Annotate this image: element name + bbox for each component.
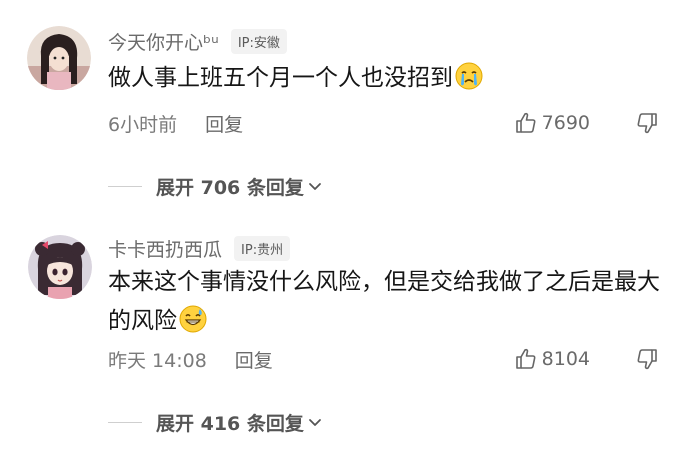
username[interactable]: 今天你开心ᵇᵘ xyxy=(108,28,219,55)
comment-header: 卡卡西扔西瓜 IP:贵州 xyxy=(108,233,291,263)
comment-header: 今天你开心ᵇᵘ IP:安徽 xyxy=(108,26,287,56)
avatar[interactable] xyxy=(27,26,91,90)
ip-location-badge: IP:安徽 xyxy=(230,28,287,54)
username[interactable]: 卡卡西扔西瓜 xyxy=(108,235,222,262)
comment-text-body: 做人事上班五个月一个人也没招到 xyxy=(108,65,453,91)
like-button[interactable]: 8104 xyxy=(514,345,590,373)
divider-line xyxy=(108,185,142,187)
like-count: 7690 xyxy=(541,112,590,134)
thumbs-up-icon xyxy=(515,112,536,133)
divider-line xyxy=(108,421,142,423)
expand-replies-button[interactable]: 展开 706 条回复 xyxy=(108,172,323,200)
grinning-sweat-emoji xyxy=(179,305,207,333)
comment-text: 本来这个事情没什么风险，但是交给我做了之后是最大的风险 xyxy=(108,263,668,341)
expand-replies-label: 展开 706 条回复 xyxy=(156,176,304,199)
ip-location-badge: IP:贵州 xyxy=(234,235,291,261)
comment-meta: 6小时前 回复 xyxy=(108,109,243,137)
chevron-down-icon xyxy=(308,419,321,426)
comment-meta: 昨天 14:08 回复 xyxy=(108,345,273,373)
reply-button[interactable]: 回复 xyxy=(205,110,243,137)
like-button[interactable]: 7690 xyxy=(514,109,590,137)
comment-item: 今天你开心ᵇᵘ IP:安徽 做人事上班五个月一个人也没招到 6小时前 回复 76… xyxy=(0,0,690,210)
avatar[interactable] xyxy=(28,235,92,299)
comment-text: 做人事上班五个月一个人也没招到 xyxy=(108,59,668,98)
timestamp: 昨天 14:08 xyxy=(108,349,207,372)
thumbs-up-icon xyxy=(515,348,536,369)
expand-replies-label: 展开 416 条回复 xyxy=(156,412,304,435)
like-count: 8104 xyxy=(541,348,590,370)
comment-item: 卡卡西扔西瓜 IP:贵州 本来这个事情没什么风险，但是交给我做了之后是最大的风险… xyxy=(0,210,690,455)
thumbs-down-icon[interactable] xyxy=(635,347,659,371)
chevron-down-icon xyxy=(308,183,321,190)
reply-button[interactable]: 回复 xyxy=(235,346,273,373)
crying-face-emoji xyxy=(455,62,483,90)
timestamp: 6小时前 xyxy=(108,113,178,136)
expand-replies-button[interactable]: 展开 416 条回复 xyxy=(108,408,323,436)
thumbs-down-icon[interactable] xyxy=(635,111,659,135)
